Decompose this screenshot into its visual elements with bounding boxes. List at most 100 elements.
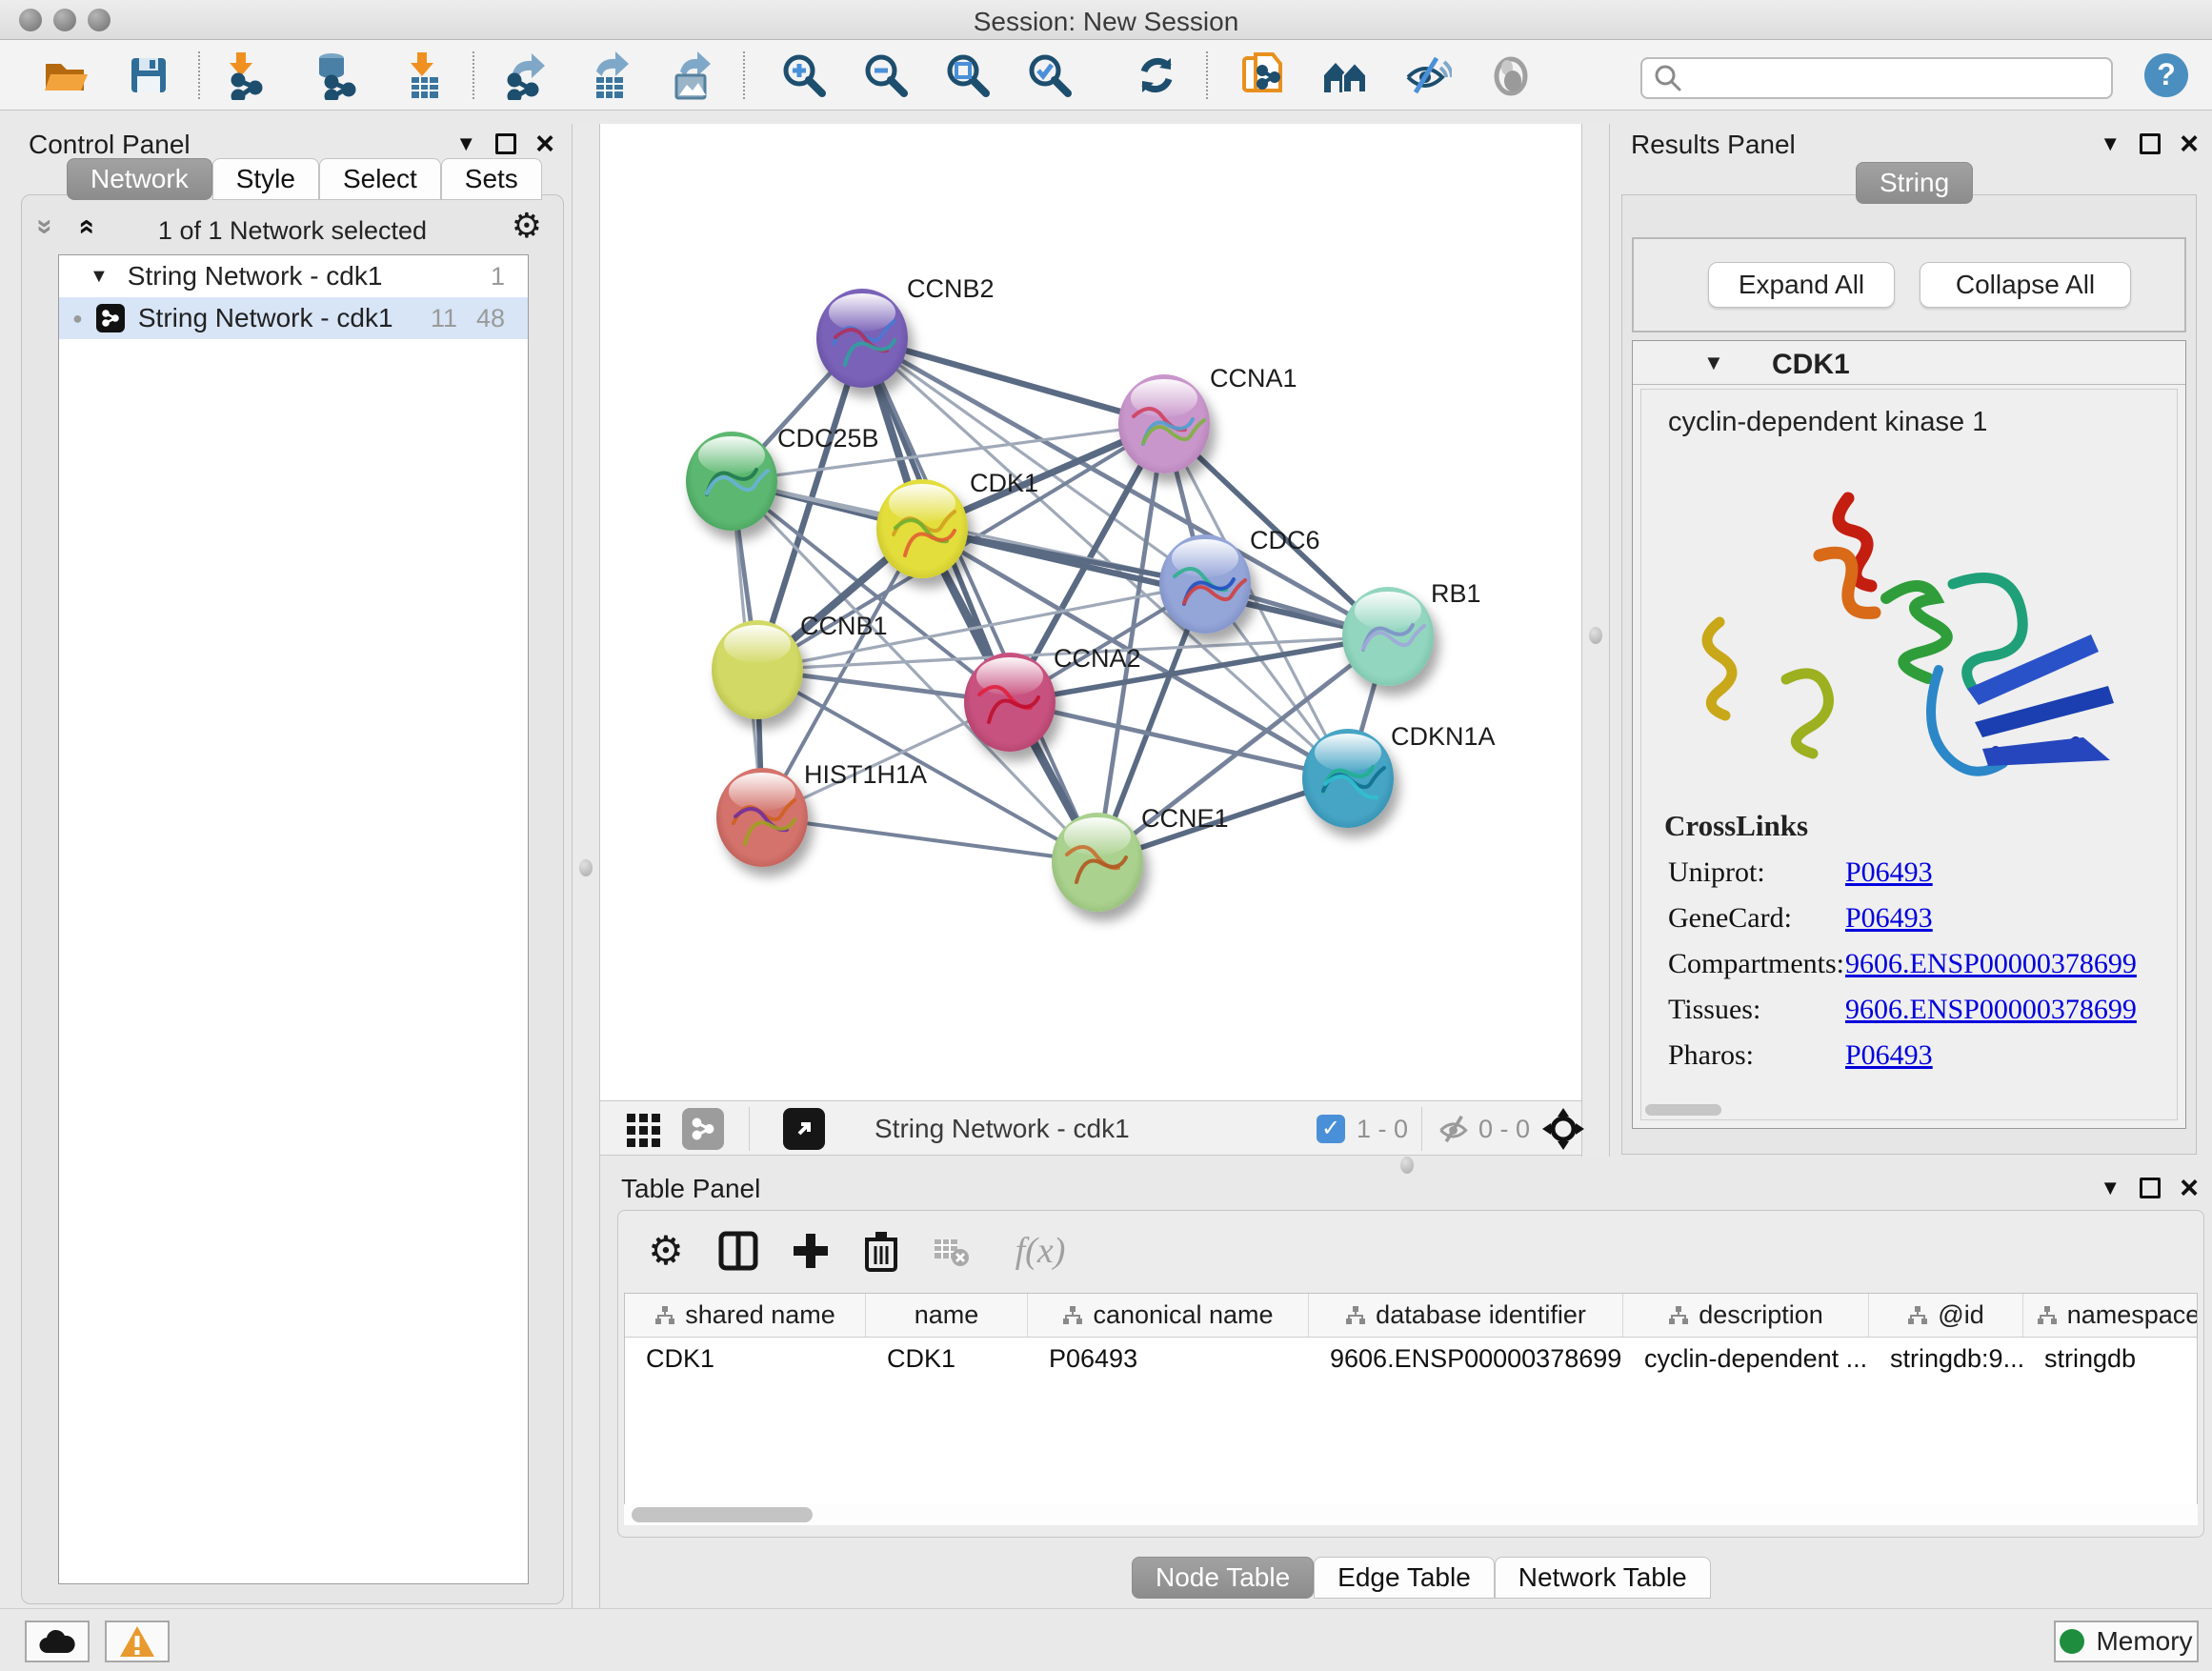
tab-style[interactable]: Style — [212, 158, 319, 200]
memory-button[interactable]: Memory — [2054, 1621, 2199, 1662]
export-table-button[interactable] — [585, 50, 634, 100]
show-columns-button[interactable] — [712, 1224, 765, 1278]
import-table-button[interactable] — [400, 50, 450, 100]
panel-float-icon[interactable] — [2140, 1178, 2161, 1198]
detach-view-button[interactable] — [783, 1108, 825, 1150]
panel-collapse-icon[interactable]: ▼ — [455, 131, 476, 156]
network-canvas[interactable]: CCNB2CCNA1CDC25BCDK1CDC6RB1CCNB1CCNA2CDK… — [600, 124, 1581, 1100]
network-node-hist1h1a[interactable] — [716, 768, 808, 867]
network-node-cdk1[interactable] — [876, 479, 968, 578]
protein-structure-image — [1653, 446, 2167, 798]
tab-select[interactable]: Select — [319, 158, 441, 200]
save-session-button[interactable] — [124, 50, 173, 100]
column-header-namespace[interactable]: namespace — [2023, 1294, 2198, 1337]
crosslinks-list: Uniprot:P06493GeneCard:P06493Compartment… — [1641, 856, 2177, 1072]
gray-eye-icon — [1486, 50, 1536, 100]
network-node-ccne1[interactable] — [1052, 813, 1143, 912]
table-panel-title: Table Panel — [621, 1174, 760, 1204]
entry-scrollbar-thumb[interactable] — [1645, 1104, 1721, 1116]
network-options-gear-icon[interactable]: ⚙ — [512, 209, 542, 243]
crosslink-link[interactable]: P06493 — [1845, 1039, 1933, 1072]
column-header-sharedname[interactable]: shared name — [625, 1294, 866, 1337]
tab-network[interactable]: Network — [67, 158, 212, 200]
export-image-button[interactable] — [667, 50, 716, 100]
table-row[interactable]: CDK1CDK1P064939606.ENSP00000378699cyclin… — [625, 1338, 2197, 1379]
column-header-name[interactable]: name — [866, 1294, 1028, 1337]
crosslink-link[interactable]: P06493 — [1845, 856, 1933, 889]
panel-close-icon[interactable]: × — [2180, 133, 2199, 154]
table-panel-tabs: Node TableEdge TableNetwork Table — [1132, 1557, 1711, 1599]
export-network-button[interactable] — [501, 50, 551, 100]
crosslink-link[interactable]: 9606.ENSP00000378699 — [1845, 994, 2137, 1026]
column-header-id[interactable]: @id — [1869, 1294, 2023, 1337]
table-horizontal-scrollbar[interactable] — [624, 1504, 2198, 1525]
crosslink-link[interactable]: P06493 — [1845, 902, 1933, 935]
tab-edge-table[interactable]: Edge Table — [1314, 1557, 1495, 1599]
network-view-button[interactable] — [682, 1108, 724, 1150]
node-label: CCNA2 — [1054, 644, 1141, 674]
tab-node-table[interactable]: Node Table — [1132, 1557, 1314, 1599]
panel-close-icon[interactable]: × — [2180, 1178, 2199, 1198]
application-window: Session: New Session — [0, 0, 2212, 1671]
panel-float-icon[interactable] — [495, 133, 516, 154]
hide-selected-button[interactable] — [1402, 50, 1452, 100]
panel-collapse-icon[interactable]: ▼ — [2100, 1176, 2121, 1200]
toolbar-separator — [743, 51, 745, 99]
network-node-cdc25b[interactable] — [686, 432, 777, 531]
arrow-out-icon — [792, 1117, 816, 1141]
network-node-rb1[interactable] — [1342, 587, 1434, 686]
panel-collapse-icon[interactable]: ▼ — [2100, 131, 2121, 156]
column-header-description[interactable]: description — [1623, 1294, 1869, 1337]
export-network-icon — [501, 50, 551, 100]
network-node-ccna1[interactable] — [1118, 374, 1210, 473]
create-column-button[interactable] — [784, 1224, 837, 1278]
right-splitter-handle[interactable] — [1589, 627, 1602, 644]
collapse-all-button[interactable]: Collapse All — [1920, 262, 2131, 308]
scrollbar-thumb[interactable] — [632, 1507, 813, 1522]
zoom-in-button[interactable] — [779, 50, 829, 100]
new-network-from-selection-button[interactable] — [1238, 50, 1288, 100]
network-node-ccnb1[interactable] — [712, 620, 803, 719]
network-row-selected[interactable]: ● String Network - cdk1 11 48 — [59, 297, 528, 339]
first-neighbors-button[interactable] — [1320, 50, 1370, 100]
tab-network-table[interactable]: Network Table — [1495, 1557, 1711, 1599]
expand-all-button[interactable]: Expand All — [1708, 262, 1895, 308]
crosslink-link[interactable]: 9606.ENSP00000378699 — [1845, 948, 2137, 980]
left-splitter[interactable] — [572, 124, 600, 1608]
node-result-header[interactable]: ▼ CDK1 — [1633, 341, 2185, 385]
zoom-selected-button[interactable] — [1025, 50, 1075, 100]
birdseye-view-button[interactable] — [1541, 1107, 1585, 1156]
left-splitter-handle[interactable] — [579, 859, 593, 876]
import-network-database-button[interactable] — [311, 50, 360, 100]
selected-checkbox[interactable]: ✓ — [1317, 1115, 1345, 1143]
network-collection-row[interactable]: ▼ String Network - cdk1 1 — [59, 255, 528, 297]
entry-collapse-caret-icon[interactable]: ▼ — [1703, 351, 1724, 375]
column-header-canonicalname[interactable]: canonical name — [1028, 1294, 1309, 1337]
zoom-fit-button[interactable] — [943, 50, 993, 100]
warning-status-button[interactable] — [105, 1621, 170, 1662]
column-header-databaseidentifier[interactable]: database identifier — [1309, 1294, 1623, 1337]
network-node-ccna2[interactable] — [964, 653, 1056, 752]
help-button[interactable]: ? — [2142, 50, 2191, 100]
cloud-status-button[interactable] — [25, 1621, 90, 1662]
search-input[interactable] — [1684, 61, 2111, 95]
open-session-button[interactable] — [40, 50, 90, 100]
table-options-button[interactable]: ⚙ — [639, 1224, 693, 1278]
memory-label: Memory — [2096, 1626, 2192, 1657]
tree-expand-caret-icon[interactable]: ▼ — [90, 266, 109, 288]
zoom-out-button[interactable] — [861, 50, 911, 100]
network-node-cdkn1a[interactable] — [1302, 729, 1394, 828]
show-all-button[interactable] — [1486, 50, 1536, 100]
delete-column-button[interactable] — [855, 1224, 908, 1278]
network-node-ccnb2[interactable] — [816, 289, 908, 388]
right-splitter[interactable] — [1581, 124, 1610, 1157]
zoom-selected-icon — [1025, 50, 1075, 100]
panel-float-icon[interactable] — [2140, 133, 2161, 154]
import-network-file-button[interactable] — [219, 50, 269, 100]
panel-close-icon[interactable]: × — [535, 133, 554, 154]
network-node-cdc6[interactable] — [1159, 534, 1251, 634]
grid-view-button[interactable] — [625, 1110, 663, 1153]
refresh-button[interactable] — [1132, 50, 1181, 100]
tab-string[interactable]: String — [1856, 162, 1973, 204]
tab-sets[interactable]: Sets — [441, 158, 542, 200]
